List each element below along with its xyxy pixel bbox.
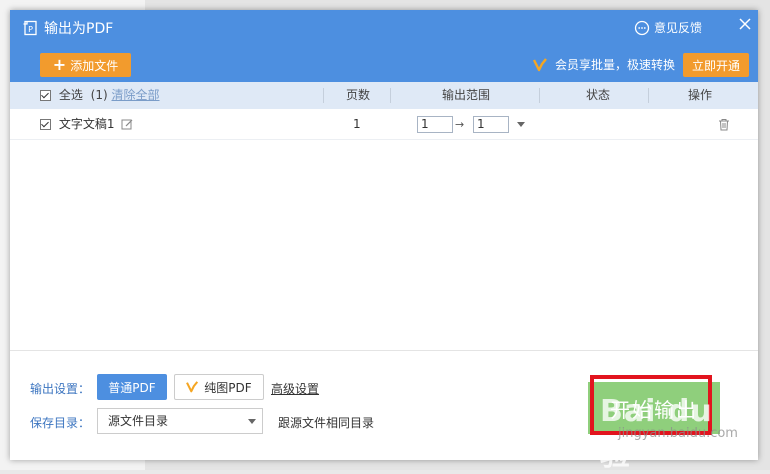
image-pdf-button[interactable]: 纯图PDF <box>174 374 264 400</box>
table-header: 全选 (1) 清除全部 页数 输出范围 状态 操作 <box>10 82 758 109</box>
add-file-label: 添加文件 <box>70 58 119 73</box>
select-all-checkbox[interactable] <box>40 90 51 101</box>
row-name-cell: 文字文稿1 <box>40 109 114 139</box>
column-range: 输出范围 <box>442 88 491 102</box>
vip-promo-text: 会员享批量，极速转换 <box>555 58 676 72</box>
svg-text:P: P <box>28 25 33 34</box>
titlebar: P 输出为PDF 意见反馈 + 添加文件 会员享批量，极速转换 立即开通 <box>10 10 758 82</box>
vip-v-icon <box>533 57 547 71</box>
normal-pdf-button[interactable]: 普通PDF <box>97 374 167 400</box>
output-settings-label: 输出设置： <box>30 382 91 396</box>
edit-icon[interactable] <box>121 118 133 130</box>
select-all-label: 全选 <box>58 88 83 102</box>
add-file-button[interactable]: + 添加文件 <box>40 53 131 77</box>
range-from-input[interactable]: 1 <box>417 116 453 133</box>
column-separator <box>323 88 324 103</box>
save-dir-value: 源文件目录 <box>108 414 169 428</box>
save-dir-select[interactable]: 源文件目录 <box>97 408 263 434</box>
dialog-title: 输出为PDF <box>44 21 114 37</box>
select-all-group: 全选 (1) 清除全部 <box>40 82 160 109</box>
clear-all-link[interactable]: 清除全部 <box>112 88 160 102</box>
feedback-button[interactable]: 意见反馈 <box>634 20 702 36</box>
column-pages: 页数 <box>346 88 371 102</box>
plus-icon: + <box>52 55 67 74</box>
vip-promo: 会员享批量，极速转换 <box>533 56 675 73</box>
column-separator <box>390 88 391 103</box>
range-dropdown-caret-icon[interactable] <box>517 122 525 127</box>
column-separator <box>539 88 540 103</box>
column-action: 操作 <box>688 88 713 102</box>
table-row: 文字文稿1 1 1 → 1 <box>10 109 758 140</box>
close-icon[interactable] <box>738 17 752 31</box>
feedback-label: 意见反馈 <box>654 21 703 35</box>
vip-v-icon <box>186 381 199 393</box>
advanced-settings-link[interactable]: 高级设置 <box>271 380 319 397</box>
column-separator <box>648 88 649 103</box>
row-pages: 1 <box>353 117 361 131</box>
chat-bubble-icon <box>634 20 650 36</box>
row-checkbox[interactable] <box>40 119 51 130</box>
range-to-input[interactable]: 1 <box>473 116 509 133</box>
open-vip-button[interactable]: 立即开通 <box>683 53 749 77</box>
column-status: 状态 <box>586 88 611 102</box>
pdf-export-icon: P <box>23 20 37 36</box>
watermark-url: jingyan.baidu.com <box>618 426 738 441</box>
footer-divider <box>10 350 758 351</box>
arrow-right-icon: → <box>455 118 465 131</box>
chevron-down-icon <box>248 419 256 424</box>
trash-icon[interactable] <box>718 118 730 131</box>
file-name: 文字文稿1 <box>58 117 115 131</box>
image-pdf-label: 纯图PDF <box>204 380 252 395</box>
selected-count: (1) <box>90 88 108 102</box>
save-dir-label: 保存目录： <box>30 416 91 430</box>
follow-source-label: 跟源文件相同目录 <box>278 416 375 430</box>
